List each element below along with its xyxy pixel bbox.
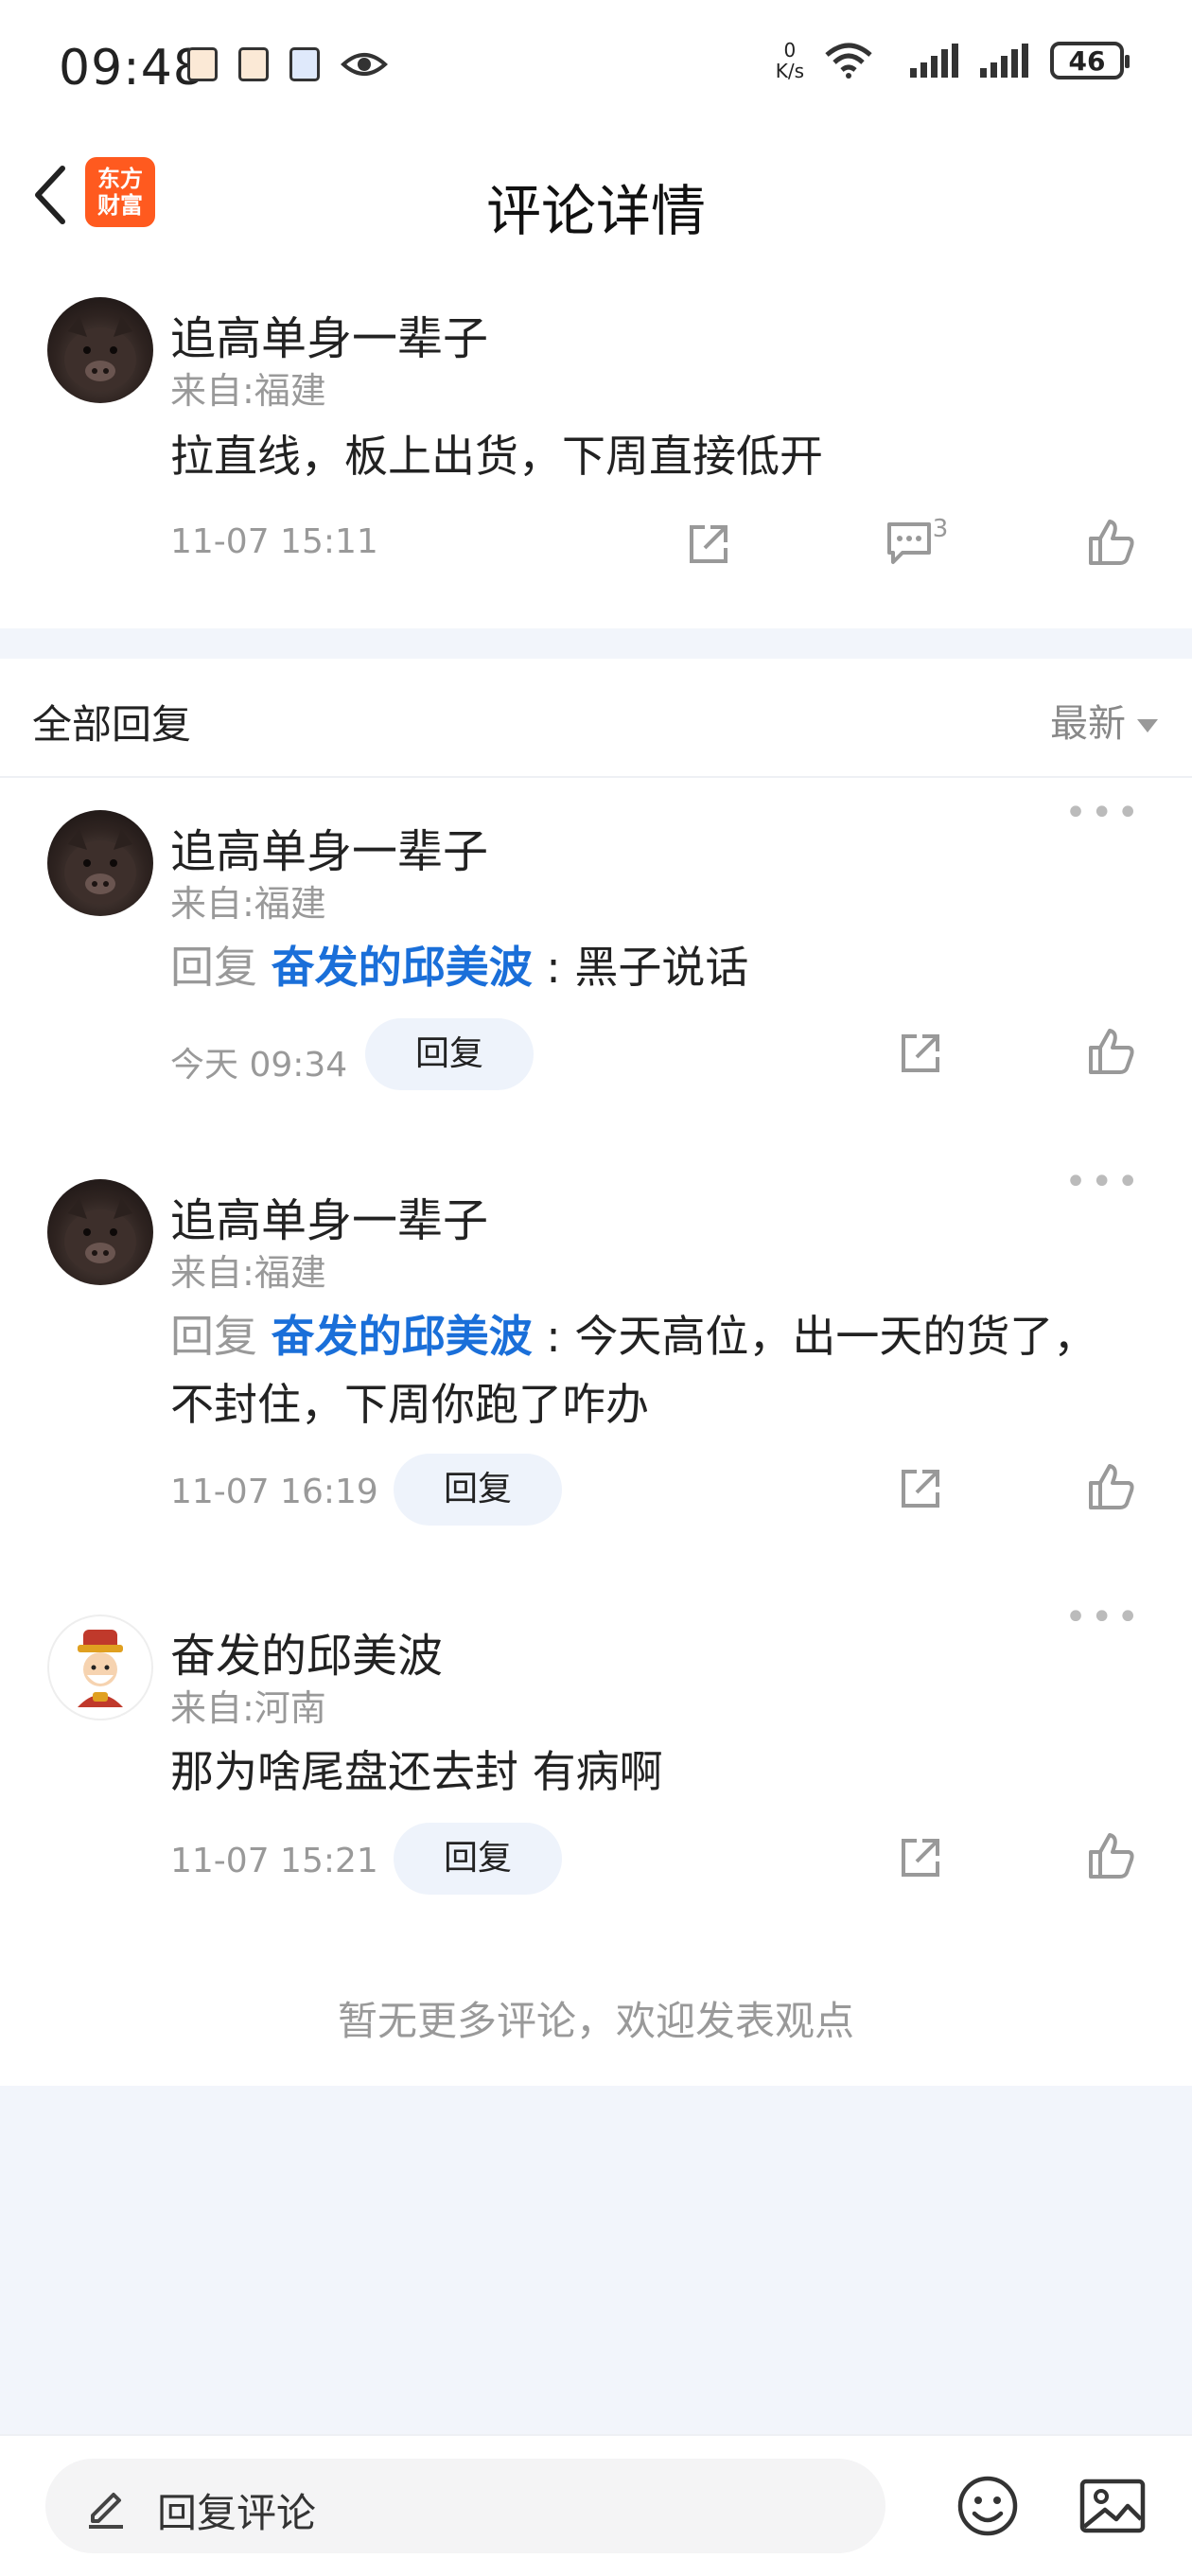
- reply-item: 奋发的邱美波 来自:河南 ••• 那为啥尾盘还去封 有病啊 11-07 15:2…: [0, 1580, 1192, 1950]
- user-location: 来自:福建: [170, 883, 326, 925]
- mention-link[interactable]: 奋发的邱美波: [272, 1311, 533, 1362]
- replies-title: 全部回复: [32, 701, 192, 748]
- share-icon: [902, 1034, 939, 1072]
- pig-avatar-icon: [64, 829, 136, 905]
- sort-label: 最新: [1050, 702, 1126, 746]
- reply-prefix: 回复: [170, 1311, 257, 1362]
- share-button[interactable]: [893, 1026, 948, 1081]
- wifi-icon: [825, 43, 872, 79]
- reply-button[interactable]: 回复: [365, 1018, 534, 1090]
- thumbs-up-icon: [1089, 520, 1134, 565]
- username[interactable]: 追高单身一辈子: [170, 814, 488, 880]
- image-icon[interactable]: [1078, 2474, 1147, 2538]
- signal-icon: [910, 44, 958, 78]
- share-button[interactable]: [681, 517, 736, 572]
- reply-count: 3: [932, 515, 949, 543]
- user-location: 来自:福建: [170, 370, 326, 412]
- like-button[interactable]: [1084, 1459, 1139, 1514]
- avatar[interactable]: [47, 1179, 153, 1285]
- username[interactable]: 追高单身一辈子: [170, 1183, 488, 1249]
- net-speed-value: 0: [783, 39, 797, 62]
- like-button[interactable]: [1084, 515, 1139, 570]
- app-icon: [238, 47, 269, 81]
- bottom-bar: 回复评论: [0, 2434, 1192, 2576]
- like-button[interactable]: [1084, 1828, 1139, 1883]
- section-divider: [0, 628, 1192, 659]
- replies-section: 全部回复 最新 追高单身一辈子 来自:福建 ••• 回复 奋发的邱美波 : 黑子…: [0, 659, 1192, 2086]
- comment-count-button[interactable]: 3: [874, 515, 959, 570]
- reply-item: 追高单身一辈子 来自:福建 ••• 回复 奋发的邱美波 : 今天高位，出一天的货…: [0, 1145, 1192, 1580]
- replies-header: 全部回复 最新: [0, 659, 1192, 778]
- user-location: 来自:福建: [170, 1252, 326, 1294]
- more-options-button[interactable]: •••: [1064, 1596, 1143, 1639]
- fortune-god-avatar-icon: [78, 1630, 123, 1707]
- thumbs-up-icon: [1089, 1464, 1134, 1509]
- emoji-icon[interactable]: [955, 2474, 1020, 2538]
- like-button[interactable]: [1084, 1024, 1139, 1079]
- app-icon: [187, 47, 218, 81]
- sort-dropdown[interactable]: 最新: [1050, 693, 1158, 748]
- more-options-button[interactable]: •••: [1064, 1160, 1143, 1204]
- share-icon: [902, 1470, 939, 1508]
- reply-comment-input[interactable]: 回复评论: [45, 2459, 885, 2553]
- avatar[interactable]: [47, 1614, 153, 1720]
- share-icon: [902, 1839, 939, 1877]
- end-note: 暂无更多评论，欢迎发表观点: [337, 1998, 854, 2044]
- notification-icons: [187, 47, 388, 81]
- mention-link[interactable]: 奋发的邱美波: [272, 942, 533, 993]
- app-icon: [289, 47, 320, 81]
- reply-prefix: 回复: [170, 942, 257, 993]
- share-button[interactable]: [893, 1830, 948, 1885]
- reply-button[interactable]: 回复: [394, 1454, 562, 1526]
- comment-time: 11-07 15:11: [170, 522, 378, 561]
- avatar[interactable]: [47, 297, 153, 403]
- thumbs-up-icon: [1089, 1029, 1134, 1074]
- status-bar: 09:48 0 K/s 46: [0, 0, 1192, 142]
- main-comment: 追高单身一辈子 来自:福建 拉直线，板上出货，下周直接低开 11-07 15:1…: [0, 259, 1192, 628]
- reply-text: 那为啥尾盘还去封 有病啊: [170, 1746, 663, 1797]
- reply-text: 回复 奋发的邱美波 : 黑子说话: [170, 933, 1126, 1001]
- share-button[interactable]: [893, 1461, 948, 1516]
- reply-button[interactable]: 回复: [394, 1823, 562, 1895]
- pig-avatar-icon: [64, 316, 136, 392]
- net-speed-unit: K/s: [775, 60, 804, 82]
- header: 东方 财富 评论详情: [0, 142, 1192, 261]
- battery-level: 46: [1068, 44, 1106, 77]
- reply-text: 回复 奋发的邱美波 : 今天高位，出一天的货了，不封住，下周你跑了咋办: [170, 1302, 1126, 1438]
- reply-time: 今天 09:34: [170, 1046, 348, 1085]
- battery-icon: 46: [1050, 42, 1130, 79]
- reply-placeholder: 回复评论: [157, 2490, 317, 2536]
- pig-avatar-icon: [64, 1198, 136, 1274]
- comment-icon: [886, 522, 931, 564]
- pencil-icon: [89, 2493, 123, 2529]
- status-time: 09:48: [59, 40, 205, 97]
- username[interactable]: 追高单身一辈子: [170, 301, 488, 367]
- caret-down-icon: [1137, 719, 1158, 732]
- username[interactable]: 奋发的邱美波: [170, 1618, 443, 1685]
- reply-time: 11-07 15:21: [170, 1842, 378, 1880]
- thumbs-up-icon: [1089, 1833, 1134, 1879]
- comment-text: 拉直线，板上出货，下周直接低开: [170, 431, 823, 482]
- net-speed: 0 K/s: [776, 40, 804, 81]
- reply-body: : 黑子说话: [532, 942, 749, 993]
- avatar[interactable]: [47, 810, 153, 916]
- user-location: 来自:河南: [170, 1687, 326, 1729]
- more-options-button[interactable]: •••: [1064, 791, 1143, 835]
- eye-icon: [341, 53, 388, 76]
- reply-time: 11-07 16:19: [170, 1473, 378, 1511]
- signal-icon: [980, 44, 1028, 78]
- share-icon: [690, 525, 727, 563]
- reply-item: 追高单身一辈子 来自:福建 ••• 回复 奋发的邱美波 : 黑子说话 今天 09…: [0, 776, 1192, 1145]
- page-title: 评论详情: [485, 179, 706, 243]
- status-right: 0 K/s 46: [776, 40, 1130, 81]
